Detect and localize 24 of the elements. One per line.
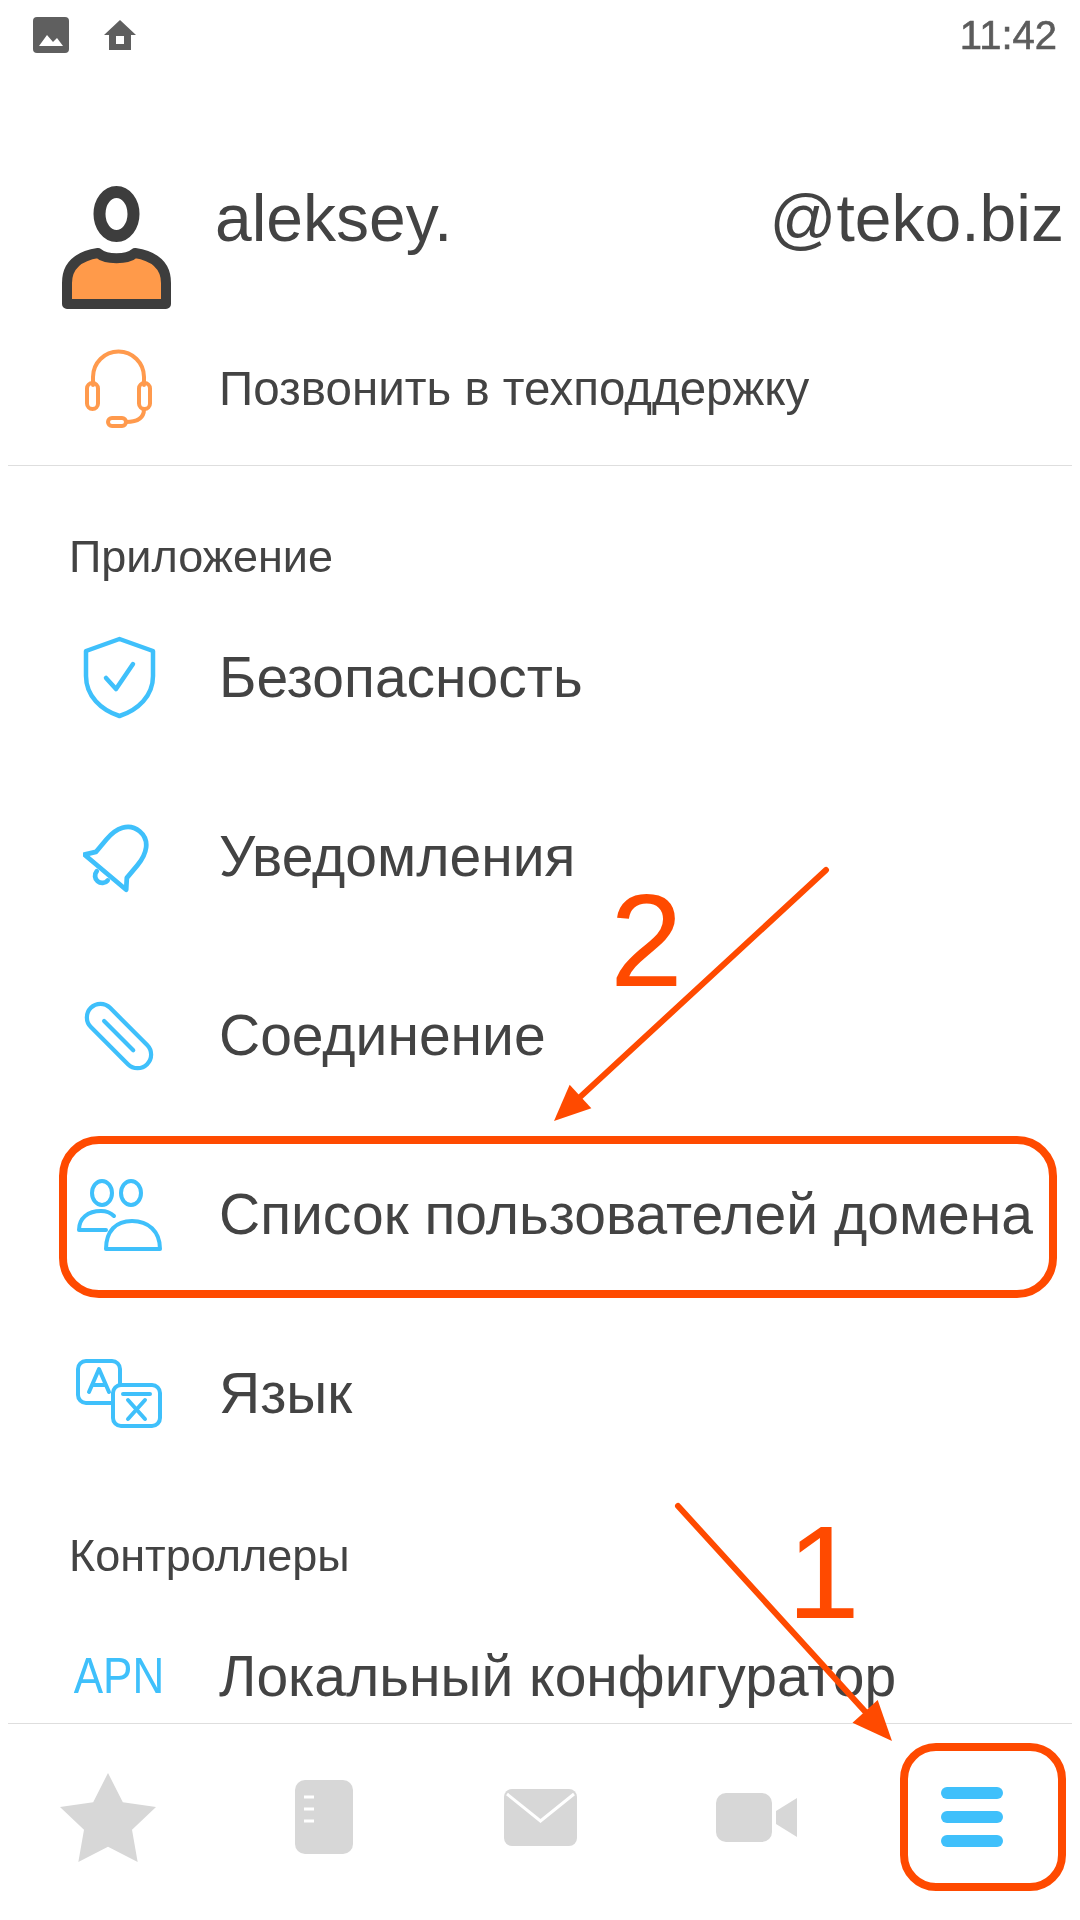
avatar-icon <box>61 185 172 311</box>
translate-icon <box>76 1359 162 1428</box>
annotation-number: 2 <box>610 892 683 991</box>
email-domain-text: @teko.biz <box>769 183 1064 253</box>
support-call-button[interactable]: Позвонить в техподдержку <box>0 311 1080 465</box>
star-icon <box>60 1772 156 1862</box>
image-icon <box>33 17 69 53</box>
shield-check-icon <box>82 636 156 719</box>
video-camera-icon <box>715 1792 797 1842</box>
menu-item[interactable]: Безопасность <box>0 588 1080 767</box>
mail-icon <box>503 1788 577 1846</box>
headset-icon <box>84 348 153 428</box>
home-icon <box>103 18 137 52</box>
users-icon <box>75 1177 163 1252</box>
menu-icon <box>941 1787 1003 1847</box>
annotation-number: 1 <box>787 1524 860 1623</box>
username-text: aleksey. <box>215 183 453 253</box>
section-heading: Контроллеры <box>69 1529 350 1583</box>
document-icon <box>295 1780 353 1854</box>
menu-item[interactable]: Список пользователей домена <box>0 1125 1080 1304</box>
section-heading: Приложение <box>69 530 333 584</box>
status-time: 11:42 <box>959 13 1057 57</box>
menu-item[interactable]: Язык <box>0 1304 1080 1483</box>
icon-label: APN <box>73 1648 165 1705</box>
